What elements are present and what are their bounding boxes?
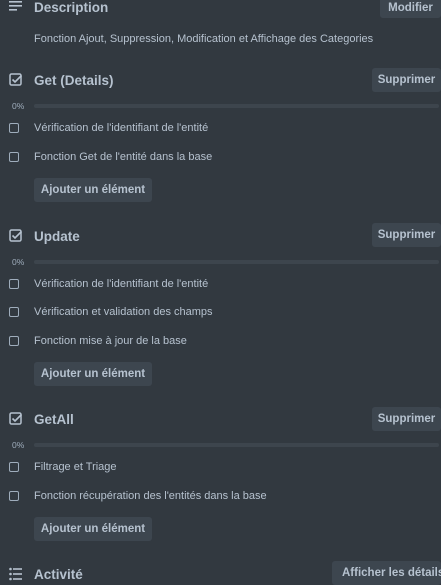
checklist-icon	[9, 412, 23, 425]
checklist-item-checkbox[interactable]	[9, 462, 19, 472]
activity-title: Activité	[34, 567, 83, 582]
checklist-item-label[interactable]: Fonction Get de l'entité dans la base	[34, 151, 212, 163]
delete-checklist-button[interactable]: Supprimer	[372, 407, 441, 431]
checklist-item-checkbox[interactable]	[9, 123, 19, 133]
description-text: Fonction Ajout, Suppression, Modificatio…	[34, 33, 374, 45]
checklist-item-label[interactable]: Vérification de l'identifiant de l'entit…	[34, 278, 208, 290]
checklist-title: GetAll	[34, 412, 74, 427]
checklist-item-checkbox[interactable]	[9, 491, 19, 501]
progress-percent: 0%	[12, 101, 25, 111]
add-item-button[interactable]: Ajouter un élément	[34, 362, 152, 386]
show-details-button[interactable]: Afficher les détails	[332, 561, 441, 585]
checklist-title: Get (Details)	[34, 73, 114, 88]
checklist-item-label[interactable]: Fonction récupération des l'entités dans…	[34, 490, 267, 502]
delete-checklist-button[interactable]: Supprimer	[372, 68, 441, 92]
checklist-item-checkbox[interactable]	[9, 279, 19, 289]
progress-bar	[34, 260, 439, 264]
add-item-button[interactable]: Ajouter un élément	[34, 517, 152, 541]
progress-bar	[34, 443, 439, 447]
description-icon	[9, 1, 22, 11]
checklist-item-checkbox[interactable]	[9, 336, 19, 346]
description-title: Description	[34, 0, 109, 15]
checklist-item-checkbox[interactable]	[9, 152, 19, 162]
checklist-title: Update	[34, 229, 80, 244]
checklist-item-label[interactable]: Filtrage et Triage	[34, 461, 117, 473]
progress-percent: 0%	[12, 257, 25, 267]
edit-description-button[interactable]: Modifier	[380, 0, 441, 18]
activity-icon	[9, 567, 22, 581]
checklist-icon	[9, 229, 23, 242]
progress-percent: 0%	[12, 440, 25, 450]
checklist-icon	[9, 73, 23, 86]
checklist-item-checkbox[interactable]	[9, 307, 19, 317]
checklist-item-label[interactable]: Vérification de l'identifiant de l'entit…	[34, 122, 208, 134]
delete-checklist-button[interactable]: Supprimer	[372, 223, 441, 247]
checklist-item-label[interactable]: Vérification et validation des champs	[34, 306, 213, 318]
checklist-item-label[interactable]: Fonction mise à jour de la base	[34, 335, 187, 347]
progress-bar	[34, 104, 439, 108]
add-item-button[interactable]: Ajouter un élément	[34, 178, 152, 202]
